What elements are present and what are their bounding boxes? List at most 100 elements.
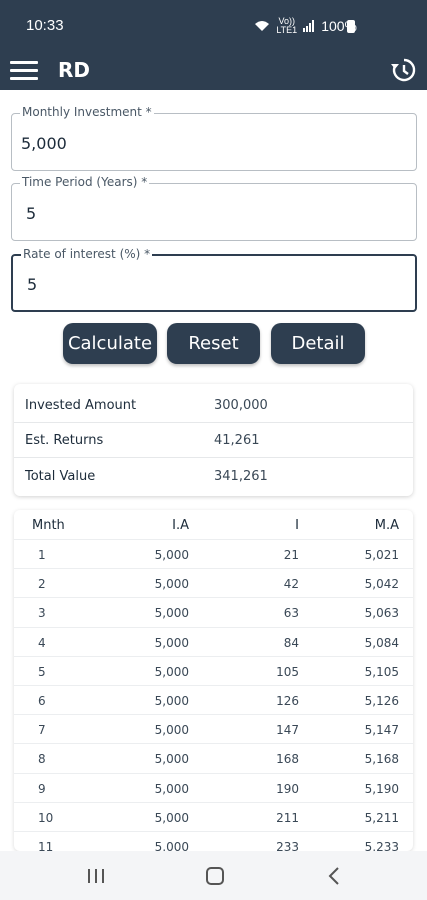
cell-maturity: 5,147 <box>364 723 399 738</box>
table-row: 1 5,000 21 5,021 <box>14 540 413 570</box>
cell-invested: 5,000 <box>154 752 189 767</box>
cell-maturity: 5,021 <box>364 548 399 562</box>
cell-interest: 63 <box>283 606 299 621</box>
table-row: 4 5,000 84 5,084 <box>14 628 413 657</box>
summary-row-returns: Est. Returns 41,261 <box>14 422 413 458</box>
cell-interest: 105 <box>276 664 299 679</box>
home-icon[interactable] <box>203 865 227 887</box>
cell-month: 5 <box>38 664 46 679</box>
cell-invested: 5,000 <box>154 664 189 679</box>
cell-month: 3 <box>38 606 46 621</box>
cell-month: 1 <box>38 548 46 562</box>
monthly-investment-value[interactable]: 5,000 <box>21 134 67 153</box>
time-period-value[interactable]: 5 <box>26 204 36 223</box>
table-row: 5 5,000 105 5,105 <box>14 657 413 686</box>
cell-interest: 233 <box>276 839 299 851</box>
app-bar: RD <box>0 52 427 90</box>
cell-interest: 168 <box>276 752 299 767</box>
cell-invested: 5,000 <box>154 723 189 738</box>
table-row: 2 5,000 42 5,042 <box>14 569 413 599</box>
cell-month: 2 <box>38 577 46 592</box>
calculate-button[interactable]: Calculate <box>63 323 157 364</box>
monthly-investment-field[interactable]: Monthly Investment * 5,000 <box>11 105 417 171</box>
cell-maturity: 5,190 <box>364 781 399 796</box>
summary-label: Total Value <box>25 469 96 484</box>
cell-interest: 190 <box>276 781 299 796</box>
summary-value: 41,261 <box>214 433 260 448</box>
cell-maturity: 5,168 <box>364 752 399 767</box>
table-row: 7 5,000 147 5,147 <box>14 715 413 745</box>
cell-maturity: 5,233 <box>364 839 399 851</box>
cell-invested: 5,000 <box>154 839 189 851</box>
summary-row-invested: Invested Amount 300,000 <box>14 387 413 423</box>
cell-invested: 5,000 <box>154 810 189 825</box>
hamburger-menu-icon[interactable] <box>10 58 38 82</box>
cell-interest: 126 <box>276 693 299 708</box>
cell-invested: 5,000 <box>154 548 189 562</box>
summary-label: Est. Returns <box>25 433 104 448</box>
status-time: 10:33 <box>26 17 64 34</box>
cell-interest: 84 <box>283 635 299 650</box>
cell-interest: 21 <box>283 548 299 562</box>
cell-month: 9 <box>38 781 46 796</box>
time-period-label: Time Period (Years) * <box>20 175 150 189</box>
cell-interest: 147 <box>276 723 299 738</box>
cell-month: 8 <box>38 752 46 767</box>
summary-value: 300,000 <box>214 398 268 413</box>
cell-invested: 5,000 <box>154 781 189 796</box>
cell-maturity: 5,105 <box>364 664 399 679</box>
cell-maturity: 5,042 <box>364 577 399 592</box>
cell-maturity: 5,063 <box>364 606 399 621</box>
cell-month: 6 <box>38 693 46 708</box>
header-maturity: M.A <box>374 518 399 533</box>
signal-icon <box>303 20 315 32</box>
reset-button[interactable]: Reset <box>167 323 260 364</box>
cell-interest: 211 <box>276 810 299 825</box>
battery-icon <box>347 20 355 33</box>
rate-of-interest-field[interactable]: Rate of interest (%) * 5 <box>11 247 417 312</box>
summary-row-total: Total Value 341,261 <box>14 458 413 494</box>
detail-button[interactable]: Detail <box>271 323 365 364</box>
header-invested: I.A <box>172 518 189 533</box>
table-body: 1 5,000 21 5,021 2 5,000 42 5,042 3 5,000 63 5,063 4… <box>14 540 413 851</box>
monthly-investment-label: Monthly Investment * <box>20 105 154 119</box>
cell-maturity: 5,211 <box>364 810 399 825</box>
table-row: 9 5,000 190 5,190 <box>14 774 413 803</box>
cell-invested: 5,000 <box>154 606 189 621</box>
table-header: Mnth I.A I M.A <box>14 510 413 540</box>
cell-invested: 5,000 <box>154 635 189 650</box>
header-interest: I <box>295 518 299 533</box>
cell-month: 4 <box>38 635 46 650</box>
table-row: 8 5,000 168 5,168 <box>14 744 413 774</box>
cell-maturity: 5,126 <box>364 693 399 708</box>
table-row: 6 5,000 126 5,126 <box>14 686 413 716</box>
table-row: 11 5,000 233 5,233 <box>14 832 413 851</box>
wifi-icon <box>255 21 270 31</box>
rate-of-interest-value[interactable]: 5 <box>27 275 37 294</box>
recents-icon[interactable] <box>84 865 108 887</box>
lte-label: LTE1 <box>276 25 298 35</box>
time-period-field[interactable]: Time Period (Years) * 5 <box>11 175 417 241</box>
summary-card: Invested Amount 300,000 Est. Returns 41,… <box>14 384 413 496</box>
system-nav-bar <box>0 851 427 900</box>
table-row: 3 5,000 63 5,063 <box>14 598 413 628</box>
cell-month: 7 <box>38 723 46 738</box>
cell-month: 10 <box>38 810 54 825</box>
cell-interest: 42 <box>283 577 299 592</box>
cell-maturity: 5,084 <box>364 635 399 650</box>
rate-of-interest-label: Rate of interest (%) * <box>21 247 153 261</box>
status-bar: 10:33 Vo)) LTE1 100% <box>0 0 427 52</box>
summary-value: 341,261 <box>214 469 268 484</box>
cell-invested: 5,000 <box>154 577 189 592</box>
schedule-table[interactable]: Mnth I.A I M.A 1 5,000 21 5,021 2 5,000 42 5,04… <box>14 510 413 851</box>
status-indicators: Vo)) LTE1 100% <box>254 17 357 35</box>
summary-label: Invested Amount <box>25 398 137 413</box>
header-month: Mnth <box>32 518 65 533</box>
page-title: RD <box>58 58 91 82</box>
network-label: Vo)) LTE1 <box>276 17 297 35</box>
cell-invested: 5,000 <box>154 693 189 708</box>
cell-month: 11 <box>38 839 54 851</box>
history-icon[interactable] <box>389 56 417 84</box>
back-icon[interactable] <box>323 865 347 887</box>
table-row: 10 5,000 211 5,211 <box>14 803 413 832</box>
